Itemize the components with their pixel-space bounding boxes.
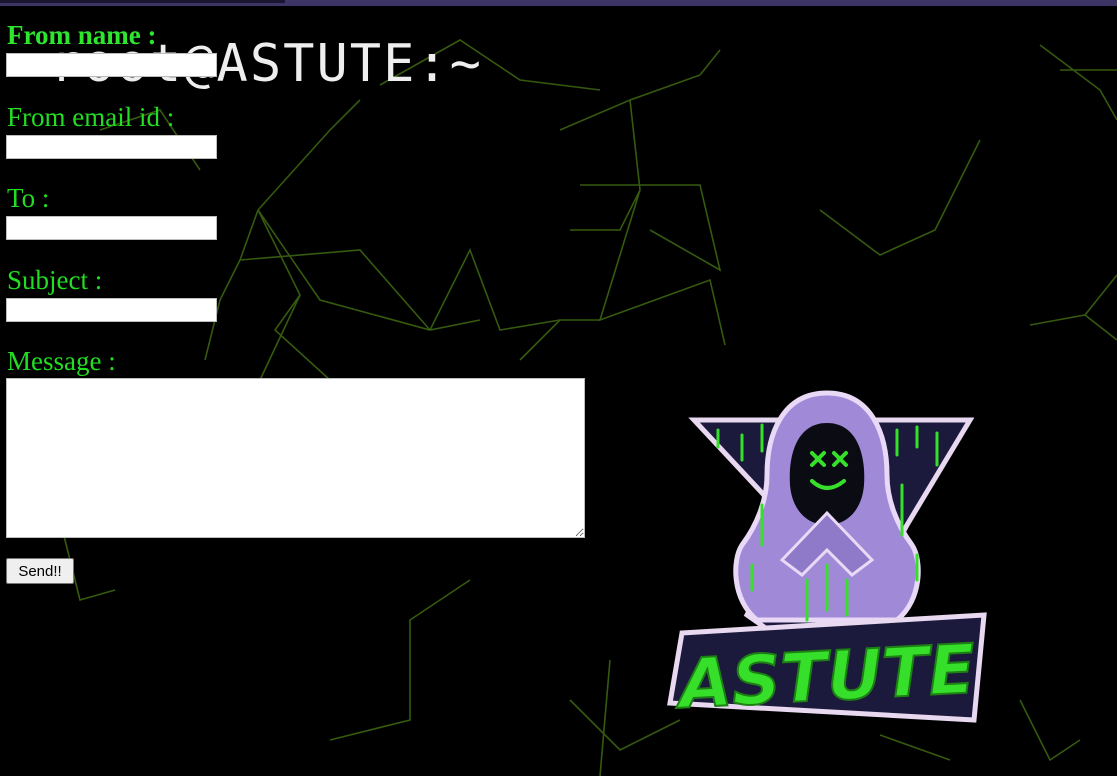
hooded-hacker-logo: ASTUTE	[667, 390, 987, 726]
from-email-label: From email id :	[7, 102, 175, 132]
send-button[interactable]: Send!!	[6, 558, 74, 584]
to-label: To :	[7, 183, 50, 213]
to-input[interactable]	[6, 216, 217, 240]
subject-input[interactable]	[6, 298, 217, 322]
message-textarea[interactable]	[6, 378, 585, 538]
from-email-input[interactable]	[6, 135, 217, 159]
message-label: Message :	[7, 346, 116, 376]
logo-text: ASTUTE	[672, 630, 977, 725]
from-name-label: From name :	[7, 20, 157, 50]
subject-label: Subject :	[7, 265, 103, 295]
from-name-input[interactable]	[6, 53, 217, 77]
